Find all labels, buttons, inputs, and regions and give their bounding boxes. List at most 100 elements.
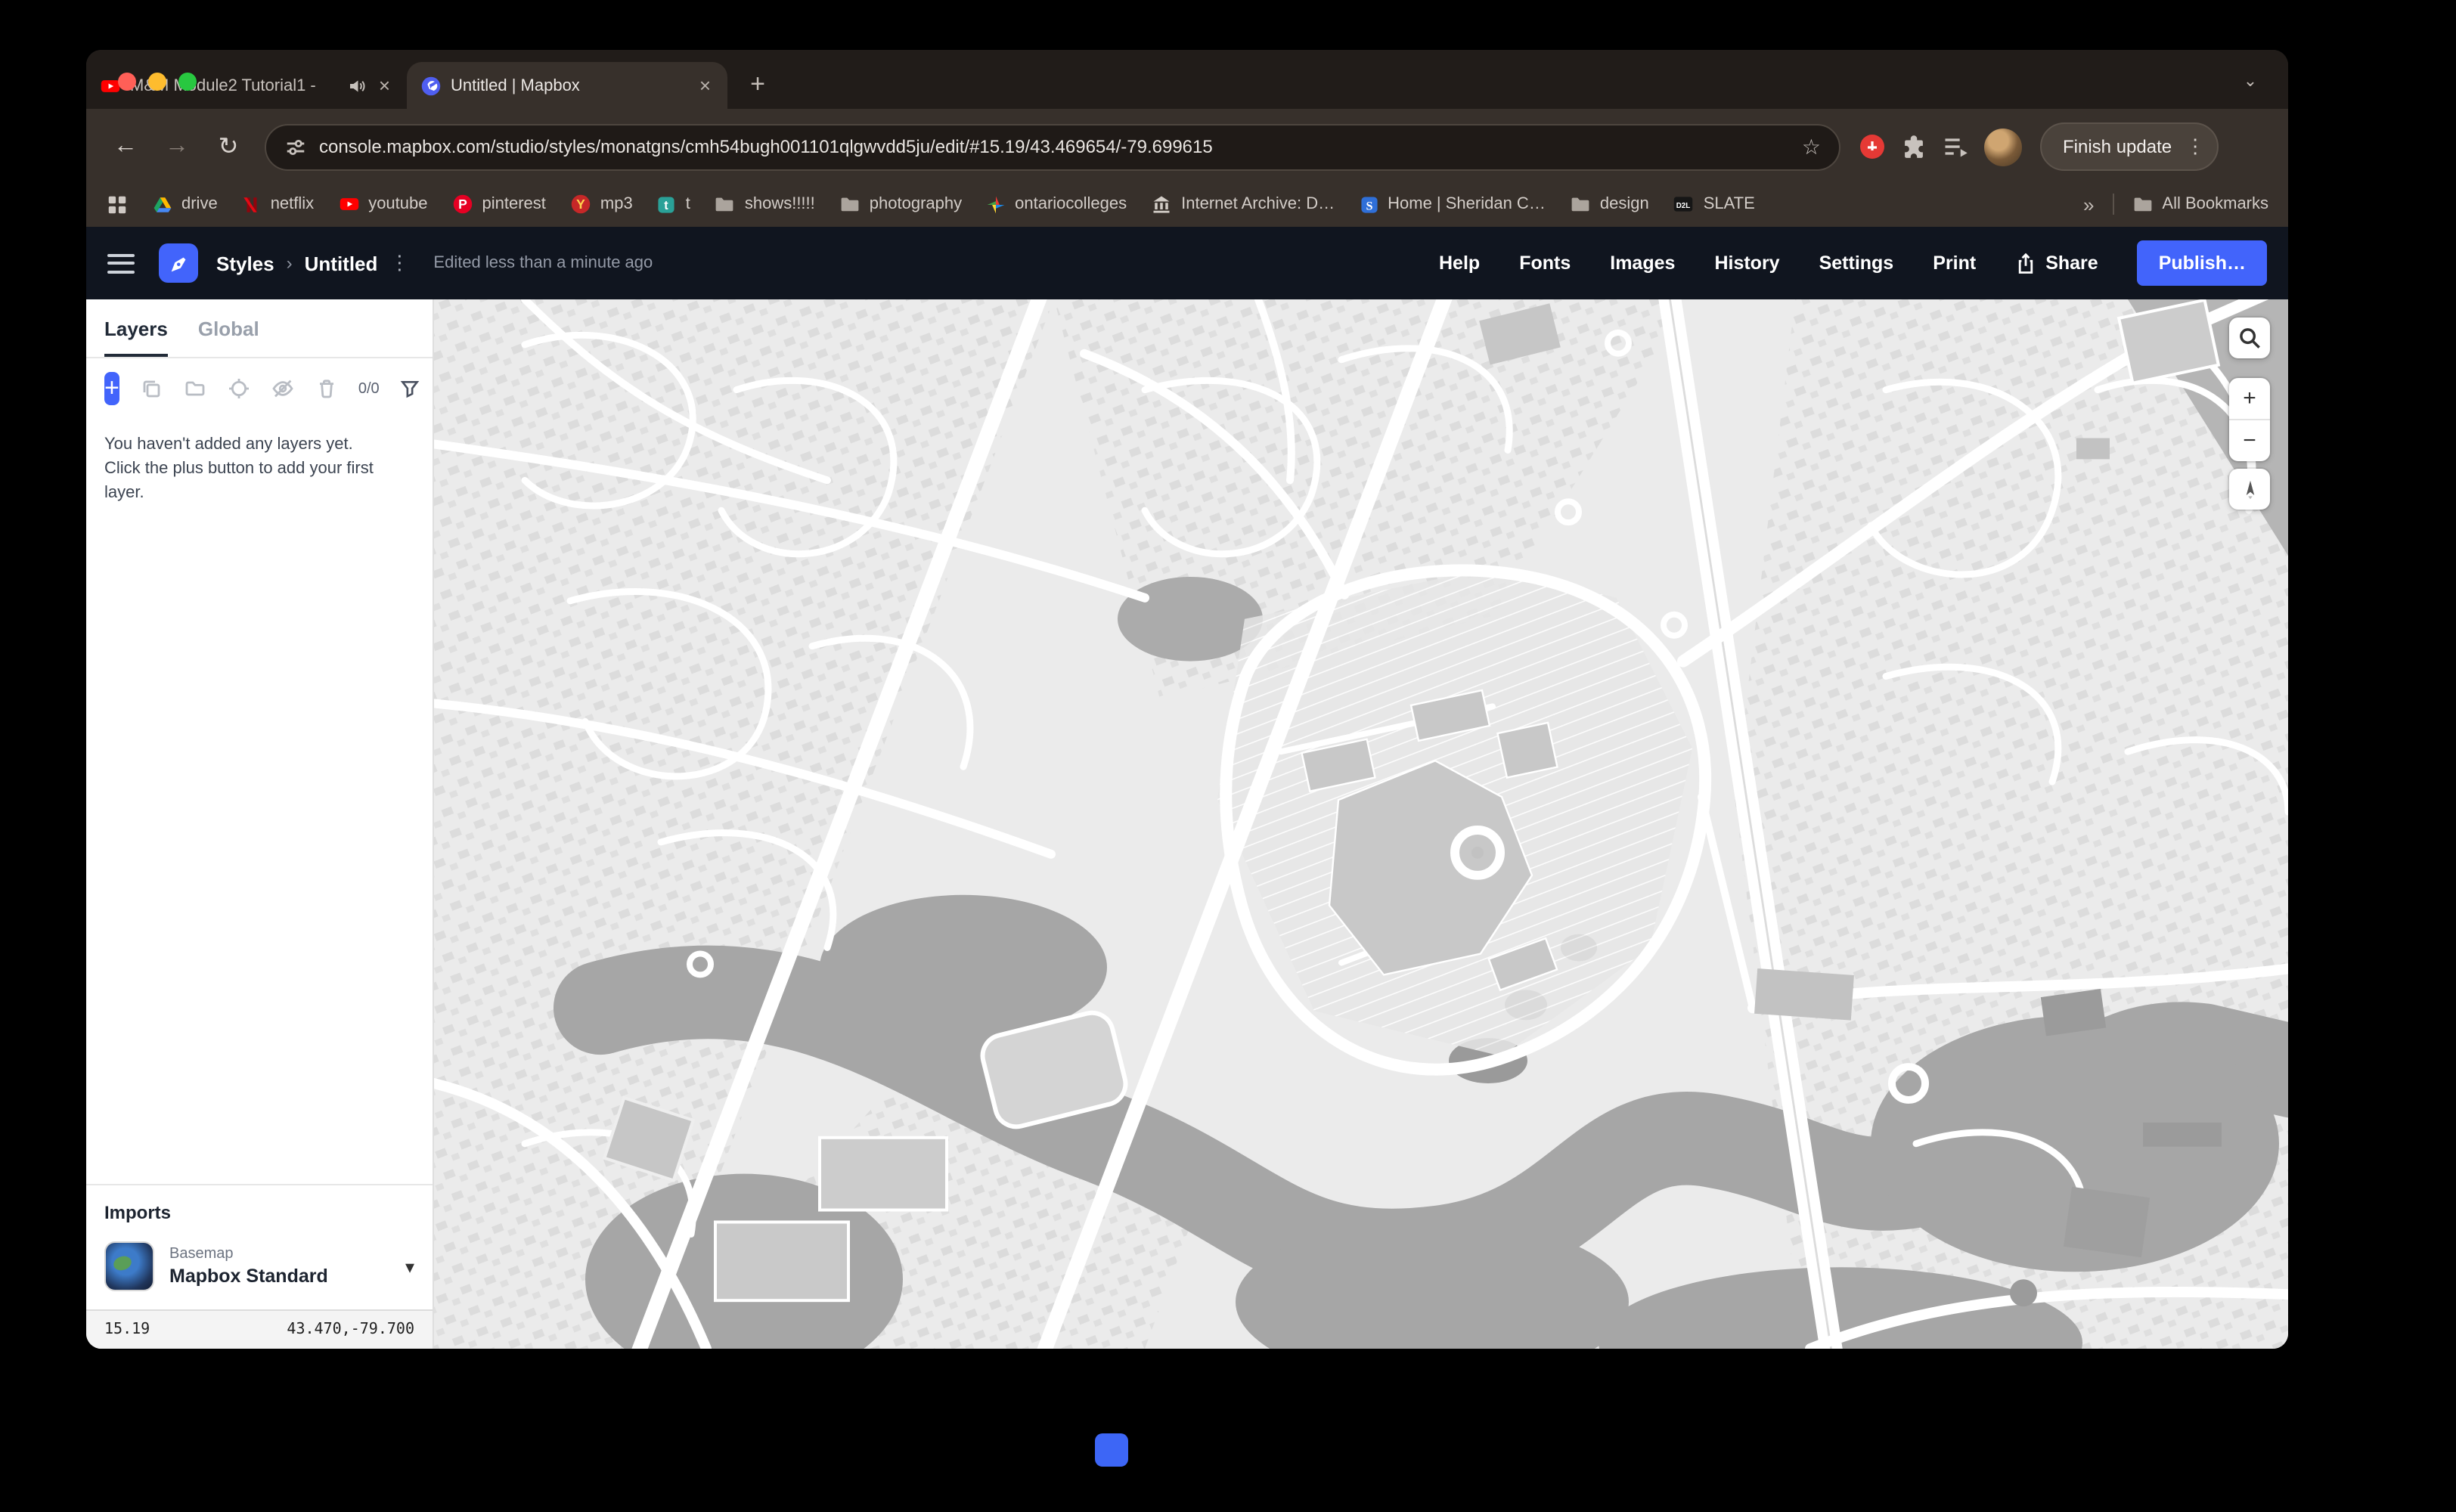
nav-print[interactable]: Print [1933,253,1976,274]
add-layer-button[interactable]: + [104,372,119,405]
zoom-level-readout: 15.19 [104,1321,150,1338]
browser-window: M&M Module2 Tutorial1 - × Untitled | Map… [86,50,2288,1349]
all-bookmarks-label: All Bookmarks [2162,195,2268,213]
bookmark-youtube[interactable]: youtube [338,194,427,215]
tab-close-icon[interactable]: × [376,74,393,97]
bookmark-sheridan[interactable]: Home | Sheridan C… [1359,194,1546,214]
mapbox-favicon [420,75,442,96]
bookmark-mp3[interactable]: mp3 [570,194,633,215]
pen-nib-icon [167,252,190,274]
tab-title: Untitled | Mapbox [451,76,687,94]
share-label: Share [2045,253,2098,274]
breadcrumb-style-name[interactable]: Untitled [305,252,378,274]
zoom-in-button[interactable]: + [2229,378,2270,419]
empty-layers-message: You haven't added any layers yet. Click … [86,419,396,522]
layers-sidebar: Layers Global + 0/0 You haven't added an… [86,299,434,1349]
bookmark-label: netflix [271,195,315,213]
address-bar[interactable]: console.mapbox.com/studio/styles/monatgn… [265,123,1840,170]
adblock-extension-icon[interactable] [1859,133,1886,160]
bookmark-slate[interactable]: SLATE [1673,194,1755,215]
map-viewport[interactable]: + − [434,299,2288,1349]
duplicate-layer-icon[interactable] [139,376,163,401]
map-canvas[interactable] [434,299,2288,1349]
bookmark-netflix[interactable]: netflix [242,194,315,214]
bookmark-internet-archive[interactable]: Internet Archive: D… [1151,194,1335,215]
style-menu-kebab-icon[interactable]: ⋮ [389,251,409,275]
sidebar-tabs: Layers Global [86,299,433,358]
fullscreen-window-button[interactable] [178,73,197,91]
bookmark-ontariocolleges[interactable]: ontariocolleges [986,194,1127,214]
bookmarks-overflow-icon[interactable]: » [2083,193,2094,215]
close-window-button[interactable] [118,73,136,91]
chevron-down-icon[interactable]: ▾ [405,1256,414,1277]
bookmarks-divider [2112,194,2113,215]
tab-audio-icon[interactable] [349,76,367,94]
hamburger-menu-icon[interactable] [107,253,135,273]
t-mark-icon [657,194,677,214]
new-group-folder-icon[interactable] [183,376,207,401]
bookmark-folder-design[interactable]: design [1570,194,1649,215]
tab-search-button[interactable]: ⌄ [2231,65,2270,95]
filter-layers-icon[interactable] [399,378,420,399]
forward-button[interactable]: → [153,122,201,171]
bookmark-t[interactable]: t [657,194,690,214]
all-bookmarks-button[interactable]: All Bookmarks [2132,194,2268,215]
mapbox-studio-app: Styles › Untitled ⋮ Edited less than a m… [86,227,2288,1349]
tab-close-icon[interactable]: × [696,74,714,97]
tab-layers[interactable]: Layers [104,318,168,357]
layer-toolbar: + 0/0 [86,358,433,419]
toggle-visibility-icon[interactable] [271,376,295,401]
pinwheel-icon [986,194,1006,214]
browser-menu-kebab-icon[interactable]: ⋮ [2185,135,2205,159]
map-search-button[interactable] [2229,318,2270,358]
nav-history[interactable]: History [1714,253,1779,274]
bookmark-star-icon[interactable]: ☆ [1802,134,1821,160]
finish-update-label: Finish update [2063,136,2172,157]
nav-settings[interactable]: Settings [1819,253,1894,274]
netflix-icon [242,194,262,214]
basemap-import-row[interactable]: Basemap Mapbox Standard ▾ [104,1241,414,1291]
share-button[interactable]: Share [2015,252,2098,274]
new-tab-button[interactable]: + [736,64,779,106]
bookmark-pinterest[interactable]: pinterest [452,194,546,215]
extensions-cluster [1859,128,2022,166]
site-settings-icon[interactable] [284,135,307,158]
layer-counter: 0/0 [358,380,380,397]
minimize-window-button[interactable] [148,73,166,91]
bookmark-folder-photography[interactable]: photography [839,194,962,215]
delete-layer-icon[interactable] [315,376,339,401]
tab-global[interactable]: Global [198,318,259,357]
bookmarks-right-group: » All Bookmarks [2083,193,2268,215]
search-icon [2235,324,2264,352]
zoom-out-button[interactable]: − [2229,420,2270,461]
mapbox-studio-logo[interactable] [159,243,198,283]
breadcrumb-styles[interactable]: Styles [216,252,274,274]
profile-avatar[interactable] [1984,128,2022,166]
zoom-to-layer-icon[interactable] [227,376,251,401]
studio-header: Styles › Untitled ⋮ Edited less than a m… [86,227,2288,299]
extensions-puzzle-icon[interactable] [1901,134,1927,160]
bookmark-label: Home | Sheridan C… [1388,195,1546,213]
compass-reset-bearing-button[interactable] [2229,469,2270,510]
bookmark-label: photography [870,195,962,213]
dock-app-hint[interactable] [1095,1433,1128,1467]
apps-grid-icon[interactable] [106,193,129,215]
nav-help[interactable]: Help [1439,253,1480,274]
back-button[interactable]: ← [101,122,150,171]
nav-images[interactable]: Images [1610,253,1675,274]
youtube-icon [338,194,359,215]
basemap-thumbnail [104,1241,154,1291]
publish-button[interactable]: Publish… [2138,240,2267,286]
reload-button[interactable]: ↻ [204,122,253,171]
bookmark-drive[interactable]: drive [153,194,218,214]
bookmark-folder-shows[interactable]: shows!!!!! [715,194,815,215]
tab-mapbox[interactable]: Untitled | Mapbox × [407,62,727,109]
breadcrumb-chevron-icon: › [287,253,293,274]
nav-fonts[interactable]: Fonts [1519,253,1571,274]
url-text[interactable]: console.mapbox.com/studio/styles/monatgn… [319,136,1790,157]
folder-icon [2132,194,2153,215]
basemap-name: Mapbox Standard [169,1266,328,1287]
share-icon [2015,252,2035,274]
finish-update-button[interactable]: Finish update ⋮ [2040,122,2219,171]
media-controls-icon[interactable] [1942,133,1969,160]
